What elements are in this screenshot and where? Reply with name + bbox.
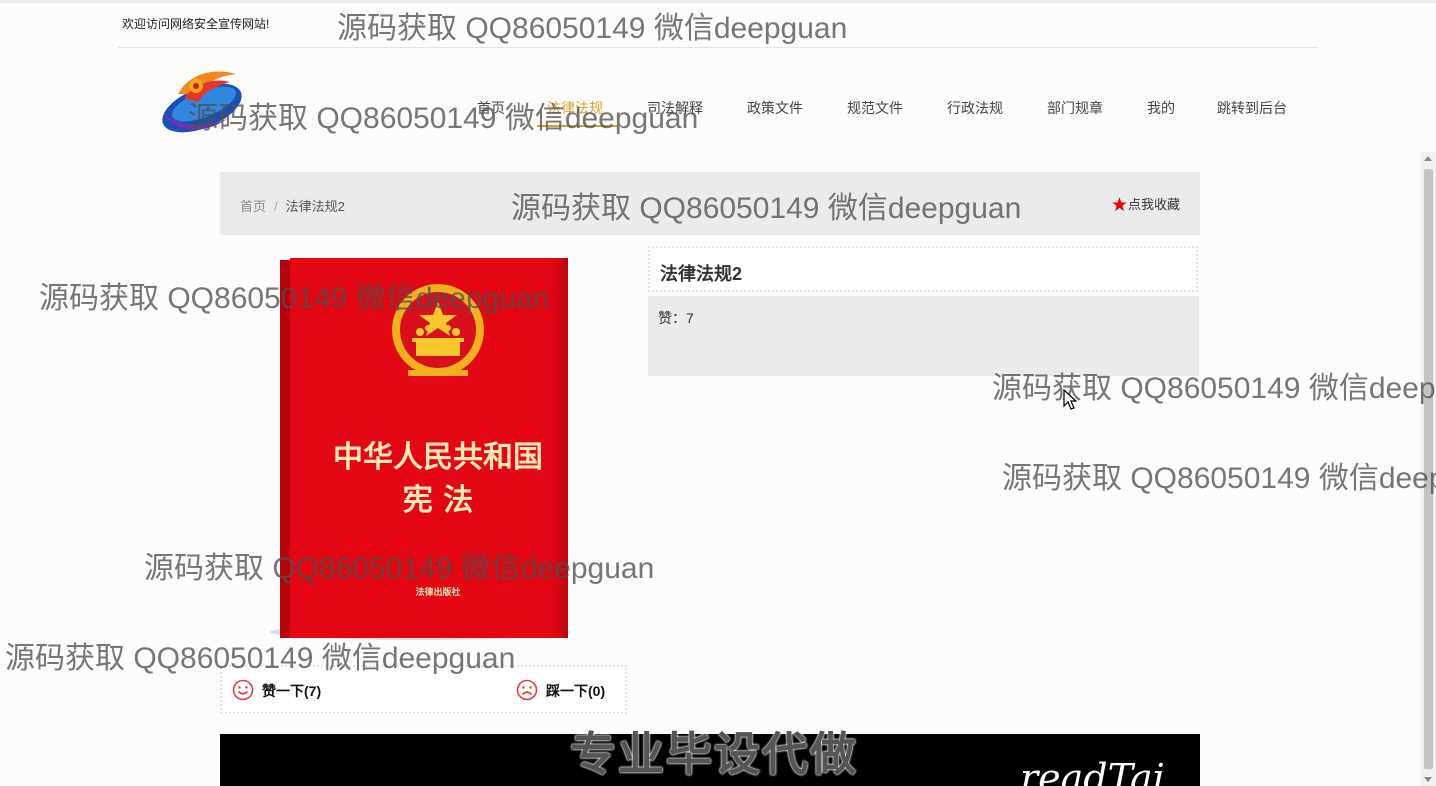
video-subtitle: 专业毕设代做	[570, 728, 858, 780]
mouse-cursor-icon	[1063, 388, 1078, 416]
scrollbar-thumb[interactable]	[1424, 169, 1433, 769]
site-logo[interactable]	[158, 64, 250, 136]
top-border	[0, 0, 1436, 3]
law-cover-image: 中华人民共和国 宪 法 法律出版社	[250, 252, 580, 642]
frown-icon	[516, 679, 538, 701]
nav-my[interactable]: 我的	[1147, 98, 1175, 118]
nav-home[interactable]: 首页	[477, 98, 505, 118]
welcome-text: 欢迎访问网络安全宣传网站!	[122, 17, 270, 31]
breadcrumb-separator: /	[274, 199, 278, 214]
book-publisher: 法律出版社	[415, 586, 460, 598]
dislike-label: 踩一下(0)	[546, 683, 606, 699]
header-divider	[118, 47, 1318, 48]
breadcrumb-current: 法律法规2	[285, 199, 345, 214]
favorite-button[interactable]: ★点我收藏	[1111, 194, 1180, 217]
nav-admin[interactable]: 跳转到后台	[1217, 98, 1287, 118]
breadcrumb-home[interactable]: 首页	[240, 199, 266, 214]
favorite-label: 点我收藏	[1127, 197, 1180, 212]
nav-judicial-interpretation[interactable]: 司法解释	[647, 98, 703, 118]
scroll-down-icon[interactable]	[1424, 777, 1432, 782]
vote-bar: 赞一下(7) 踩一下(0)	[220, 665, 627, 714]
nav-normative-documents[interactable]: 规范文件	[847, 98, 903, 118]
page-scrollbar[interactable]	[1421, 152, 1436, 786]
detail-title-box: 法律法规2	[648, 246, 1198, 292]
logo-emblem-icon	[162, 71, 242, 133]
nav-active-underline	[537, 125, 617, 127]
watermark-2: 源码获取 QQ86050149 微信deepguan	[188, 102, 699, 135]
book-title-line1: 中华人民共和国	[333, 440, 543, 475]
nav-department-rules[interactable]: 部门规章	[1047, 98, 1103, 118]
scroll-up-icon[interactable]	[1424, 156, 1432, 161]
nav-laws[interactable]: 法律法规	[547, 98, 603, 118]
dislike-button[interactable]: 踩一下(0)	[516, 679, 605, 701]
smile-icon	[232, 679, 254, 701]
nav-administrative-regulations[interactable]: 行政法规	[947, 98, 1003, 118]
watermark-6: 源码获取 QQ86050149 微信deepguan	[1002, 462, 1436, 495]
nav-policy-documents[interactable]: 政策文件	[747, 98, 803, 118]
video-script-text: readTai	[1020, 756, 1165, 786]
like-button[interactable]: 赞一下(7)	[232, 679, 321, 701]
detail-panel: 法律法规2 赞：7	[648, 246, 1199, 376]
detail-title: 法律法规2	[660, 264, 743, 284]
watermark-1: 源码获取 QQ86050149 微信deepguan	[337, 12, 848, 45]
book-title-line2: 宪 法	[403, 483, 473, 518]
like-label: 赞一下(7)	[262, 683, 322, 699]
breadcrumb-bar: 首页 / 法律法规2 ★点我收藏	[220, 172, 1200, 235]
breadcrumb: 首页 / 法律法规2	[240, 196, 345, 215]
detail-body: 赞：7	[648, 296, 1199, 376]
likes-count: 赞：7	[658, 310, 694, 326]
star-icon: ★	[1110, 195, 1128, 216]
